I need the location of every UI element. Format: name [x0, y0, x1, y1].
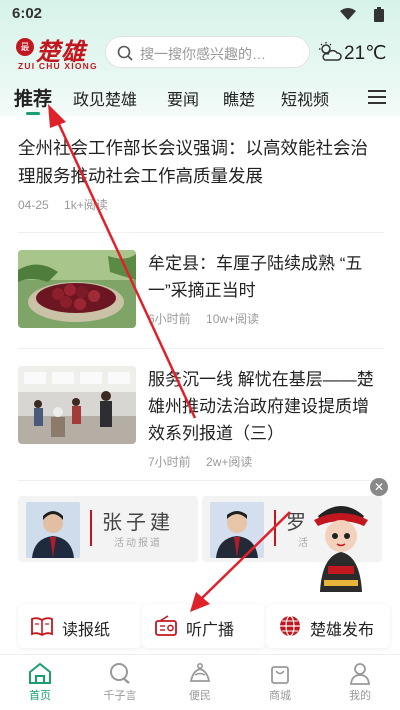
listen-radio-button[interactable]: 听广播 — [142, 604, 266, 648]
temperature: 21℃ — [344, 43, 387, 64]
article-date: 7小时前 — [148, 455, 191, 469]
accent-bar — [274, 510, 276, 546]
service-icon — [189, 662, 211, 682]
battery-icon — [374, 7, 384, 22]
status-time: 6:02 — [12, 5, 43, 22]
tab-label: 首页 — [29, 690, 51, 702]
article-thumbnail-service-hall — [18, 366, 136, 444]
home-icon — [29, 662, 51, 684]
tab-qiaochu[interactable]: 瞧楚 — [223, 86, 255, 110]
article-reads: 1k+阅读 — [64, 198, 108, 212]
chat-icon — [110, 663, 130, 684]
article-card[interactable]: 服务沉一线 解忧在基层——楚雄州推动法治政府建设提质增效系列报道（三） 7小时前… — [18, 366, 384, 476]
quick-link-label: 读报纸 — [62, 622, 111, 639]
partly-cloudy-icon — [319, 42, 342, 61]
accent-bar — [90, 510, 92, 546]
article-reads: 10w+阅读 — [206, 312, 260, 326]
article-text: 服务沉一线 解忧在基层——楚雄州推动法治政府建设提质增效系列报道（三） 7小时前… — [148, 366, 384, 470]
article-date: 6小时前 — [148, 312, 191, 326]
close-icon[interactable]: ✕ — [370, 478, 388, 496]
tab-label: 我的 — [349, 690, 371, 702]
wifi-icon — [340, 8, 356, 20]
news-feed: 全州社会工作部长会议强调：以高效能社会治理服务推动社会工作高质量发展 04-25… — [0, 116, 400, 654]
article-meta: 7小时前 2w+阅读 — [148, 453, 384, 470]
article-text: 牟定县：车厘子陆续成熟 “五一”采摘正当时 6小时前 10w+阅读 — [148, 250, 384, 327]
quick-link-label: 楚雄发布 — [310, 622, 375, 639]
article-meta: 04-25 1k+阅读 — [18, 196, 384, 213]
tab-mall[interactable]: 商城 — [250, 661, 310, 709]
user-icon — [349, 663, 371, 685]
bottom-tab-bar: 首页 千子言 便民 商城 我的 — [0, 654, 400, 710]
article-title: 服务沉一线 解忧在基层——楚雄州推动法治政府建设提质增效系列报道（三） — [148, 370, 374, 443]
leader-subtitle: 活动报道 — [114, 538, 162, 549]
tab-label: 便民 — [189, 690, 211, 702]
tab-qianziyan[interactable]: 千子言 — [90, 661, 150, 709]
quick-link-label: 听广播 — [186, 622, 235, 639]
tab-politics[interactable]: 政见楚雄 — [73, 86, 137, 110]
status-bar: 6:02 — [0, 0, 400, 28]
globe-icon — [280, 615, 300, 637]
divider — [18, 348, 384, 349]
article-card[interactable]: 牟定县：车厘子陆续成熟 “五一”采摘正当时 6小时前 10w+阅读 — [18, 250, 384, 346]
tab-label: 商城 — [269, 690, 291, 702]
tab-me[interactable]: 我的 — [330, 661, 390, 709]
category-tabs: 推荐 政见楚雄 要闻 瞧楚 短视频 — [0, 82, 400, 116]
article-meta: 6小时前 10w+阅读 — [148, 310, 384, 327]
article-reads: 2w+阅读 — [206, 455, 253, 469]
search-icon — [117, 45, 133, 61]
tab-recommend[interactable]: 推荐 — [14, 84, 52, 111]
quick-links: 读报纸 听广播 楚雄发布 — [0, 604, 400, 654]
logo-seal-icon: 最 — [16, 38, 34, 56]
hamburger-icon[interactable] — [368, 90, 386, 104]
radio-icon — [155, 615, 177, 636]
article-title: 牟定县：车厘子陆续成熟 “五一”采摘正当时 — [148, 254, 363, 300]
tab-label: 千子言 — [103, 690, 137, 702]
app-logo[interactable]: 最 楚雄 ZUI CHU XIONG — [16, 34, 98, 74]
tab-short-video[interactable]: 短视频 — [281, 86, 329, 110]
article-thumbnail-cherries — [18, 250, 136, 328]
search-bar[interactable]: 搜一搜你感兴趣的… — [105, 36, 310, 68]
leader-photo — [26, 502, 80, 558]
chuxiong-release-button[interactable]: 楚雄发布 — [266, 604, 390, 648]
top-header: 6:02 最 楚雄 ZUI CHU XIONG 搜一搜你感兴趣的… 21℃ 推荐… — [0, 0, 400, 116]
open-book-icon — [31, 617, 53, 637]
logo-pinyin: ZUI CHU XIONG — [18, 61, 98, 71]
active-tab-indicator — [26, 112, 40, 115]
weather-widget[interactable]: 21℃ — [318, 38, 394, 66]
article-card[interactable]: 全州社会工作部长会议强调：以高效能社会治理服务推动社会工作高质量发展 04-25… — [18, 134, 384, 213]
read-newspaper-button[interactable]: 读报纸 — [18, 604, 142, 648]
tab-home[interactable]: 首页 — [10, 661, 70, 709]
divider — [18, 232, 384, 233]
article-date: 04-25 — [18, 198, 49, 212]
search-placeholder: 搜一搜你感兴趣的… — [140, 46, 266, 62]
tab-convenience[interactable]: 便民 — [170, 661, 230, 709]
leader-photo — [210, 502, 264, 558]
tab-headlines[interactable]: 要闻 — [167, 86, 199, 110]
leader-name: 张子建 — [102, 512, 174, 534]
article-title: 全州社会工作部长会议强调：以高效能社会治理服务推动社会工作高质量发展 — [18, 138, 368, 186]
mascot-girl-icon[interactable] — [300, 496, 382, 592]
divider — [18, 480, 384, 481]
shopping-bag-icon — [271, 666, 289, 684]
leader-card[interactable]: 张子建 活动报道 — [18, 496, 198, 562]
